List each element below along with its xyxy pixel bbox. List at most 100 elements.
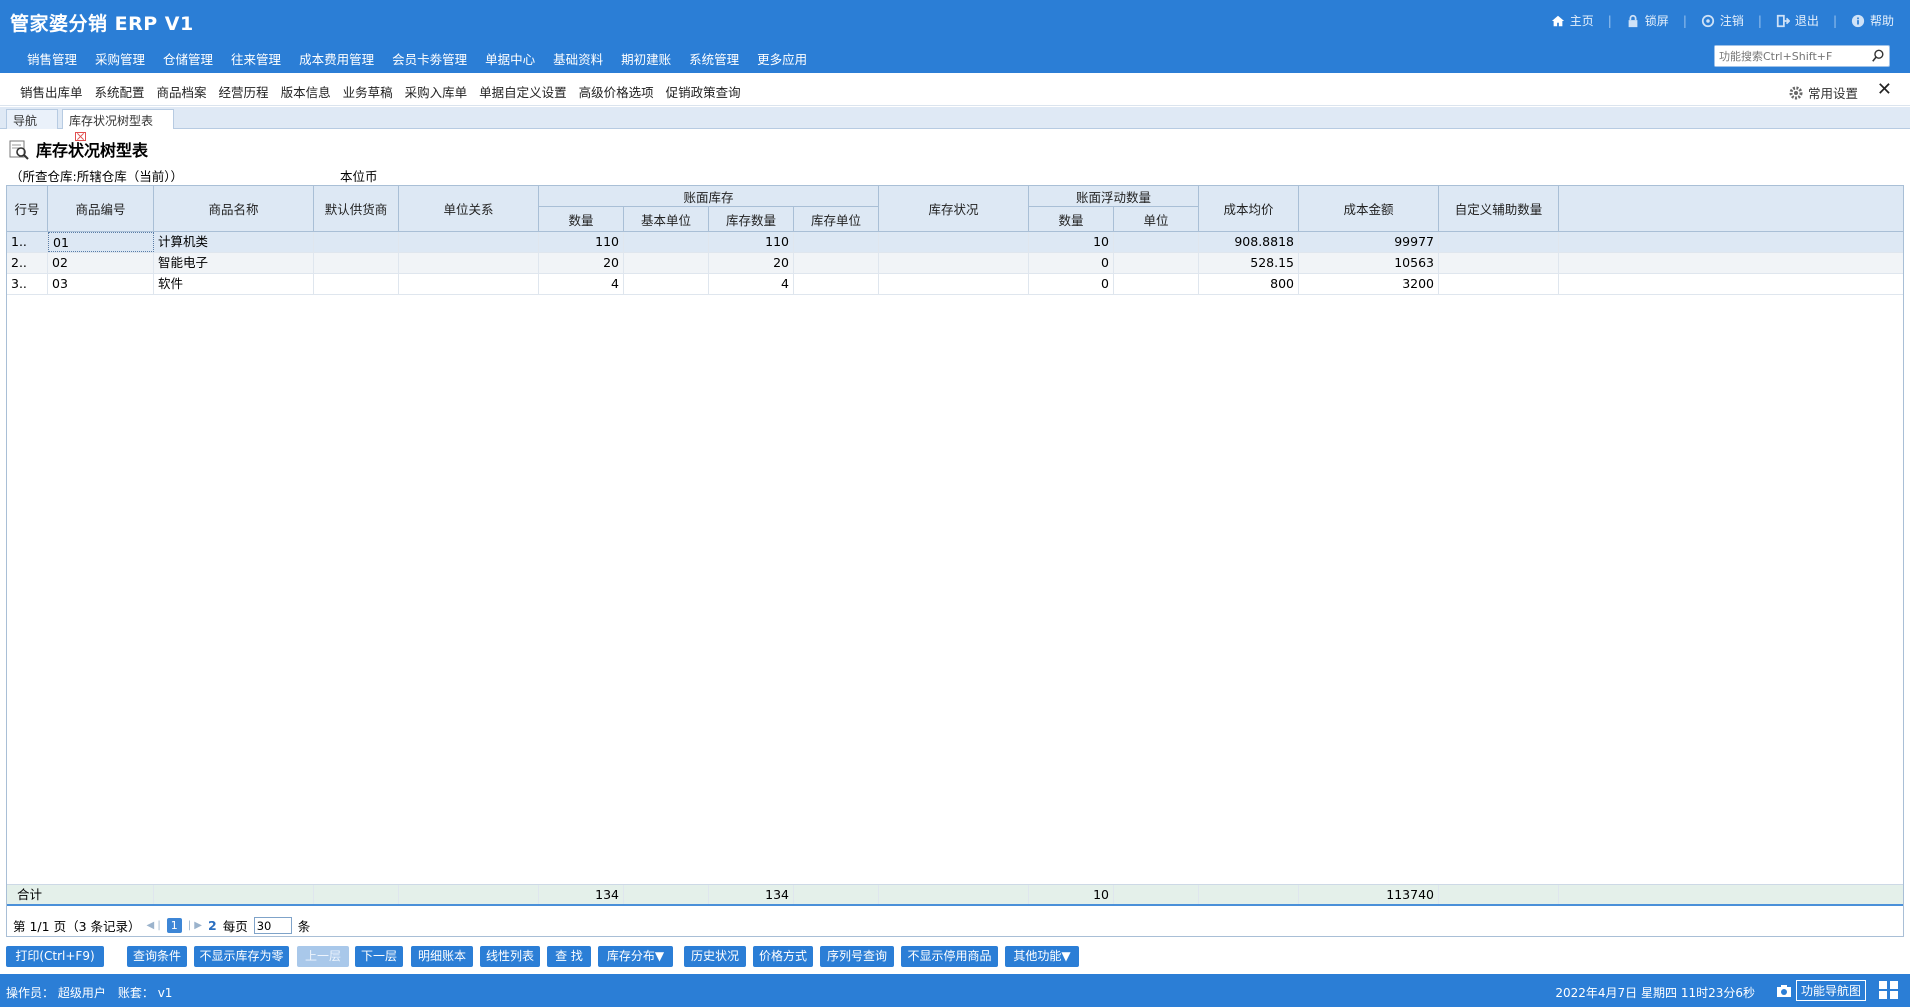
col-code[interactable]: 商品编号 bbox=[48, 186, 154, 231]
col-qty[interactable]: 数量 bbox=[539, 207, 624, 231]
history-button[interactable]: 历史状况 bbox=[684, 946, 746, 967]
table-row[interactable]: 2.. 02 智能电子 20 20 0 528.15 10563 bbox=[7, 253, 1903, 274]
cell-unit-relation[interactable] bbox=[399, 232, 539, 252]
exit-link[interactable]: 退出 bbox=[1772, 12, 1823, 29]
col-supplier[interactable]: 默认供货商 bbox=[314, 186, 399, 231]
quick-item-price-options[interactable]: 高级价格选项 bbox=[573, 82, 660, 101]
find-button[interactable]: 查 找 bbox=[547, 946, 591, 967]
search-icon[interactable] bbox=[1871, 49, 1885, 63]
col-base-unit[interactable]: 基本单位 bbox=[624, 207, 709, 231]
stock-distribution-button[interactable]: 库存分布▼ bbox=[598, 946, 673, 967]
cell-qty[interactable]: 4 bbox=[539, 274, 624, 294]
col-cost-amount[interactable]: 成本金额 bbox=[1299, 186, 1439, 231]
col-avg-cost[interactable]: 成本均价 bbox=[1199, 186, 1299, 231]
nav-member[interactable]: 会员卡劵管理 bbox=[383, 49, 476, 68]
cell-stock-unit[interactable] bbox=[794, 253, 879, 273]
col-custom-qty[interactable]: 自定义辅助数量 bbox=[1439, 186, 1559, 231]
query-conditions-button[interactable]: 查询条件 bbox=[127, 946, 187, 967]
cell-float-unit[interactable] bbox=[1114, 232, 1199, 252]
cell-avg-cost[interactable]: 908.8818 bbox=[1199, 232, 1299, 252]
up-level-button[interactable]: 上一层 bbox=[297, 946, 349, 967]
hide-disabled-products-button[interactable]: 不显示停用商品 bbox=[901, 946, 998, 967]
nav-opening[interactable]: 期初建账 bbox=[612, 49, 680, 68]
common-settings-button[interactable]: 常用设置 bbox=[1788, 83, 1858, 102]
quick-item-promotion[interactable]: 促销政策查询 bbox=[660, 82, 747, 101]
cell-code[interactable]: 01 bbox=[48, 232, 154, 252]
cell-float-unit[interactable] bbox=[1114, 274, 1199, 294]
print-button[interactable]: 打印(Ctrl+F9) bbox=[6, 946, 104, 967]
price-method-button[interactable]: 价格方式 bbox=[753, 946, 813, 967]
cell-supplier[interactable] bbox=[314, 253, 399, 273]
quick-item-sales-outbound[interactable]: 销售出库单 bbox=[14, 82, 89, 101]
hide-zero-stock-button[interactable]: 不显示库存为零 bbox=[194, 946, 289, 967]
app-grid-icon[interactable] bbox=[1878, 980, 1900, 1000]
tab-navigation[interactable]: 导航 bbox=[6, 109, 58, 129]
quick-item-system-config[interactable]: 系统配置 bbox=[89, 82, 151, 101]
nav-accounts[interactable]: 往来管理 bbox=[222, 49, 290, 68]
quick-item-doc-custom[interactable]: 单据自定义设置 bbox=[473, 82, 573, 101]
cell-stock-status[interactable] bbox=[879, 253, 1029, 273]
cell-code[interactable]: 02 bbox=[48, 253, 154, 273]
cell-stock-unit[interactable] bbox=[794, 274, 879, 294]
cell-cost-amount[interactable]: 99977 bbox=[1299, 232, 1439, 252]
cell-cost-amount[interactable]: 3200 bbox=[1299, 274, 1439, 294]
cell-avg-cost[interactable]: 528.15 bbox=[1199, 253, 1299, 273]
cell-stock-status[interactable] bbox=[879, 274, 1029, 294]
lock-link[interactable]: 锁屏 bbox=[1622, 12, 1673, 29]
col-row-no[interactable]: 行号 bbox=[7, 186, 48, 231]
down-level-button[interactable]: 下一层 bbox=[355, 946, 403, 967]
cell-supplier[interactable] bbox=[314, 232, 399, 252]
cell-float-qty[interactable]: 0 bbox=[1029, 253, 1114, 273]
table-row[interactable]: 1.. 01 计算机类 110 110 10 908.8818 99977 bbox=[7, 232, 1903, 253]
cell-float-qty[interactable]: 0 bbox=[1029, 274, 1114, 294]
cell-name[interactable]: 软件 bbox=[154, 274, 314, 294]
table-row[interactable]: 3.. 03 软件 4 4 0 800 3200 bbox=[7, 274, 1903, 295]
cell-unit-relation[interactable] bbox=[399, 274, 539, 294]
cell-code[interactable]: 03 bbox=[48, 274, 154, 294]
nav-cost[interactable]: 成本费用管理 bbox=[290, 49, 383, 68]
col-stock-unit[interactable]: 库存单位 bbox=[794, 207, 879, 231]
cell-name[interactable]: 智能电子 bbox=[154, 253, 314, 273]
cell-qty[interactable]: 20 bbox=[539, 253, 624, 273]
col-unit-relation[interactable]: 单位关系 bbox=[399, 186, 539, 231]
cell-float-qty[interactable]: 10 bbox=[1029, 232, 1114, 252]
quick-item-products[interactable]: 商品档案 bbox=[151, 82, 213, 101]
logout-link[interactable]: 注销 bbox=[1697, 12, 1748, 29]
col-float-qty[interactable]: 数量 bbox=[1029, 207, 1114, 231]
per-page-input[interactable] bbox=[253, 917, 292, 934]
col-name[interactable]: 商品名称 bbox=[154, 186, 314, 231]
nav-system[interactable]: 系统管理 bbox=[680, 49, 748, 68]
cell-base-unit[interactable] bbox=[624, 274, 709, 294]
tab-stock-tree[interactable]: 库存状况树型表 bbox=[62, 109, 174, 141]
current-page[interactable]: 1 bbox=[166, 918, 182, 933]
home-link[interactable]: 主页 bbox=[1547, 12, 1598, 29]
cell-stock-unit[interactable] bbox=[794, 232, 879, 252]
next-page-link[interactable]: 2 bbox=[208, 918, 217, 933]
camera-icon[interactable] bbox=[1776, 984, 1792, 998]
nav-warehouse[interactable]: 仓储管理 bbox=[154, 49, 222, 68]
cell-custom-qty[interactable] bbox=[1439, 274, 1559, 294]
cell-supplier[interactable] bbox=[314, 274, 399, 294]
cell-name[interactable]: 计算机类 bbox=[154, 232, 314, 252]
cell-unit-relation[interactable] bbox=[399, 253, 539, 273]
prev-page-icon[interactable]: ◀ | bbox=[147, 920, 161, 931]
quick-item-history[interactable]: 经营历程 bbox=[213, 82, 275, 101]
cell-stock-qty[interactable]: 20 bbox=[709, 253, 794, 273]
quick-item-purchase-inbound[interactable]: 采购入库单 bbox=[399, 82, 474, 101]
cell-custom-qty[interactable] bbox=[1439, 253, 1559, 273]
linear-list-button[interactable]: 线性列表 bbox=[480, 946, 540, 967]
cell-stock-qty[interactable]: 4 bbox=[709, 274, 794, 294]
cell-stock-qty[interactable]: 110 bbox=[709, 232, 794, 252]
detail-ledger-button[interactable]: 明细账本 bbox=[411, 946, 473, 967]
nav-purchase[interactable]: 采购管理 bbox=[86, 49, 154, 68]
cell-base-unit[interactable] bbox=[624, 253, 709, 273]
help-link[interactable]: 帮助 bbox=[1847, 12, 1898, 29]
cell-cost-amount[interactable]: 10563 bbox=[1299, 253, 1439, 273]
close-icon[interactable]: ✕ bbox=[1877, 79, 1892, 100]
serial-query-button[interactable]: 序列号查询 bbox=[820, 946, 894, 967]
next-arrow-icon[interactable]: | ▶ bbox=[188, 920, 202, 931]
col-stock-qty[interactable]: 库存数量 bbox=[709, 207, 794, 231]
nav-basic-data[interactable]: 基础资料 bbox=[544, 49, 612, 68]
cell-avg-cost[interactable]: 800 bbox=[1199, 274, 1299, 294]
cell-base-unit[interactable] bbox=[624, 232, 709, 252]
